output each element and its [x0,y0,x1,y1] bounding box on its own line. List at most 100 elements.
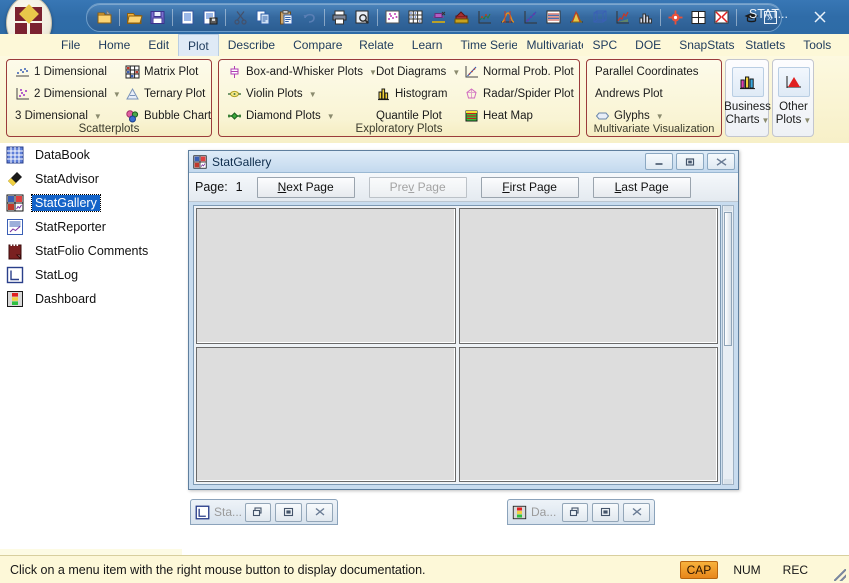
first-page-button[interactable]: First Page [480,176,579,198]
statgallery-minimize-button[interactable] [645,153,673,170]
tab-learn[interactable]: Learn [403,34,452,56]
save-icon[interactable] [147,7,168,28]
capability-icon[interactable] [497,7,518,28]
ribbon-item-matrix-plot[interactable]: Matrix Plot [125,65,198,79]
tab-home[interactable]: Home [89,34,139,56]
chevron-down-icon[interactable]: ▼ [656,112,664,121]
tab-compare[interactable]: Compare [284,34,350,56]
statgallery-restore-button[interactable] [676,153,704,170]
ribbon-item-quantile-plot[interactable]: Quantile Plot [376,109,442,123]
statgallery-vertical-scrollbar[interactable] [722,205,734,485]
tab-statlets[interactable]: Statlets [736,34,794,56]
save-report-icon[interactable] [200,7,221,28]
scroll-thumb[interactable] [724,212,732,346]
sidebar-item-statreporter[interactable]: StatReporter [0,215,182,239]
sidebar-item-statlog[interactable]: StatLog [0,263,182,287]
close-button[interactable] [623,502,651,522]
minimized-window-dashboard[interactable]: Da... [507,499,655,525]
sidebar-item-statadvisor[interactable]: StatAdvisor [0,167,182,191]
chevron-down-icon[interactable]: ▼ [452,68,460,77]
ribbon-item-1-dimensional[interactable]: 1 Dimensional [15,65,107,79]
barchart-icon[interactable] [451,7,472,28]
tab-edit[interactable]: Edit [139,34,178,56]
ribbon-item-3-dimensional[interactable]: 3 Dimensional ▼ [15,109,102,123]
undo-icon[interactable] [299,7,320,28]
gallery-pane-2[interactable] [458,208,718,344]
doe-icon[interactable] [589,7,610,28]
window-resize-grip[interactable] [834,569,846,581]
tab-spc[interactable]: SPC [583,34,626,56]
histogram-bars-icon[interactable] [635,7,656,28]
regression-icon[interactable] [520,7,541,28]
copy-icon[interactable] [253,7,274,28]
ribbon-item-glyphs[interactable]: Glyphs ▼ [595,109,664,123]
preferences-icon[interactable] [665,7,686,28]
chevron-down-icon[interactable]: ▼ [113,90,121,99]
snapstat-icon[interactable] [711,7,732,28]
ribbon-item-box-and-whisker-plots[interactable]: Box-and-Whisker Plots ▼ [227,65,377,79]
status-badge-num[interactable]: NUM [726,561,767,579]
minimized-window-statlog[interactable]: Sta... [190,499,338,525]
chevron-down-icon[interactable]: ▼ [803,116,811,125]
gallery-pane-4[interactable] [458,346,718,482]
status-badge-rec[interactable]: REC [776,561,815,579]
tab-describe[interactable]: Describe [219,34,284,56]
tab-timeseries[interactable]: Time Series [451,34,517,56]
ribbon-item-parallel-coordinates[interactable]: Parallel Coordinates [595,65,699,79]
ribbon-item-dot-diagrams[interactable]: Dot Diagrams ▼ [376,65,460,79]
statgallery-close-button[interactable] [707,153,735,170]
tab-multivariate[interactable]: Multivariate [517,34,583,56]
maximize-button[interactable] [275,502,303,522]
box-whisker-icon[interactable] [428,7,449,28]
sidebar-item-dashboard[interactable]: Dashboard [0,287,182,311]
tab-plot[interactable]: Plot [178,34,219,56]
scroll-down-arrow[interactable] [724,479,732,484]
gallery-pane-1[interactable] [196,208,456,344]
ribbon-item-histogram[interactable]: Histogram [376,87,447,101]
statgallery-title-bar[interactable]: StatGallery [189,151,738,173]
paste-icon[interactable] [276,7,297,28]
ribbon-item-diamond-plots[interactable]: Diamond Plots ▼ [227,109,335,123]
tab-relate[interactable]: Relate [350,34,403,56]
close-button[interactable] [306,502,334,522]
scatterplot-icon[interactable] [382,7,403,28]
window-maximize-button[interactable] [747,0,793,34]
ribbon-item-2-dimensional[interactable]: 2 Dimensional ▼ [15,87,121,101]
cut-icon[interactable] [230,7,251,28]
ribbon-item-andrews-plot[interactable]: Andrews Plot [595,87,663,101]
tab-tools[interactable]: Tools [794,34,840,56]
sidebar-item-statfolio-comments[interactable]: StatFolio Comments [0,239,182,263]
scroll-up-arrow[interactable] [724,206,732,211]
next-page-button[interactable]: Next Page [256,176,355,198]
chevron-down-icon[interactable]: ▼ [761,116,769,125]
multiple-regression-icon[interactable] [543,7,564,28]
status-badge-cap[interactable]: CAP [679,561,719,579]
last-page-button[interactable]: Last Page [592,176,691,198]
ribbon-item-violin-plots[interactable]: Violin Plots ▼ [227,87,317,101]
restore-button[interactable] [244,502,272,522]
control-chart-icon[interactable] [474,7,495,28]
window-close-button[interactable] [797,0,843,34]
chevron-down-icon[interactable]: ▼ [309,90,317,99]
print-icon[interactable] [329,7,350,28]
timeseries-icon[interactable] [612,7,633,28]
report-icon[interactable] [177,7,198,28]
new-file-icon[interactable] [94,7,115,28]
tab-snapstats[interactable]: SnapStats [670,34,736,56]
ribbon-item-heat-map[interactable]: Heat Map [464,109,533,123]
ribbon-item-radar-spider-plot[interactable]: Radar/Spider Plot [464,87,574,101]
tab-file[interactable]: File [52,34,89,56]
prev-page-button[interactable]: Prev Page [368,176,467,198]
gallery-pane-3[interactable] [196,346,456,482]
ribbon-item-ternary-plot[interactable]: Ternary Plot [125,87,205,101]
maximize-button[interactable] [592,502,620,522]
window-tile-icon[interactable] [688,7,709,28]
chevron-down-icon[interactable]: ▼ [94,112,102,121]
ribbon-item-normal-prob-plot[interactable]: Normal Prob. Plot [464,65,574,79]
distribution-icon[interactable] [566,7,587,28]
matrix-plot-icon[interactable] [405,7,426,28]
print-preview-icon[interactable] [352,7,373,28]
restore-button[interactable] [561,502,589,522]
open-folder-icon[interactable] [124,7,145,28]
chevron-down-icon[interactable]: ▼ [327,112,335,121]
